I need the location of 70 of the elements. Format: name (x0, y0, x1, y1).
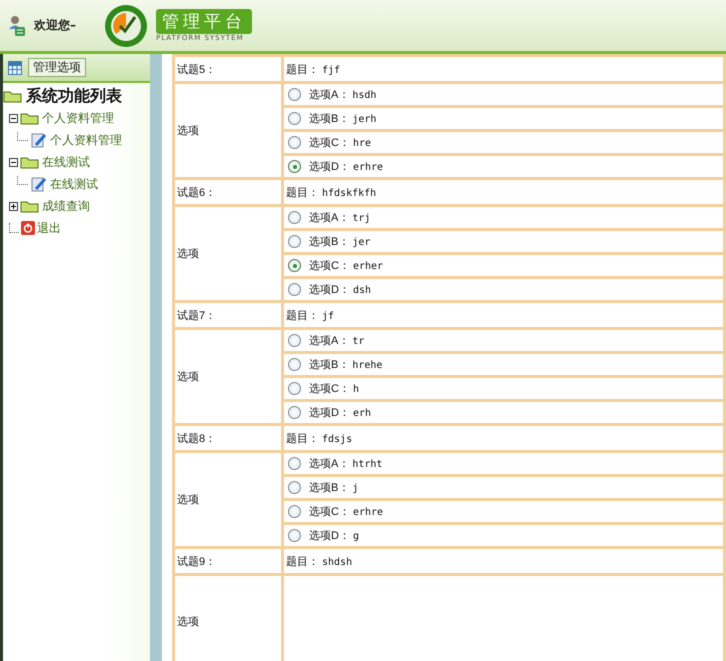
tree-toggle-icon[interactable] (9, 114, 18, 122)
question-number: 试题8： (177, 432, 216, 444)
question-title: 题目： shdsh (286, 556, 352, 568)
option-text[interactable]: 选项A： trj (309, 210, 370, 225)
tree-item[interactable]: 退出 (37, 220, 61, 236)
radio-button[interactable] (288, 160, 301, 173)
radio-button[interactable] (288, 382, 301, 395)
options-label: 选项 (177, 371, 199, 383)
radio-button[interactable] (288, 358, 301, 371)
tree-toggle-icon[interactable] (9, 158, 18, 166)
radio-button[interactable] (288, 481, 301, 494)
radio-button[interactable] (288, 136, 301, 149)
radio-button[interactable] (288, 283, 301, 296)
radio-button[interactable] (288, 259, 301, 272)
radio-button[interactable] (288, 112, 301, 125)
option-text[interactable]: 选项A： htrht (309, 456, 382, 471)
option-text[interactable]: 选项D： g (309, 528, 359, 543)
option-text[interactable]: 选项C： hre (309, 135, 372, 150)
option-text[interactable]: 选项B： jerh (309, 111, 376, 126)
notepad-pencil-icon (31, 132, 47, 148)
option-text[interactable]: 选项D： erh (309, 405, 372, 420)
question-number: 试题9： (177, 556, 216, 568)
option-text[interactable]: 选项B： j (309, 480, 358, 495)
option-text[interactable]: 选项B： jer (309, 234, 370, 249)
tree-item[interactable]: 在线测试 (50, 176, 98, 192)
tree-item[interactable]: 个人资料管理 (42, 110, 114, 126)
radio-button[interactable] (288, 88, 301, 101)
option-text[interactable]: 选项D： dsh (309, 282, 372, 297)
radio-button[interactable] (288, 406, 301, 419)
notepad-pencil-icon (31, 176, 47, 192)
tree-root[interactable]: 系统功能列表 (3, 85, 150, 107)
radio-button[interactable] (288, 334, 301, 347)
folder-icon (3, 90, 23, 102)
platform-title: 管理平台 (156, 9, 252, 34)
question-title: 题目： hfdskfkfh (286, 186, 376, 198)
tree-item[interactable]: 在线测试 (42, 154, 90, 170)
options-label: 选项 (177, 494, 199, 506)
option-text[interactable]: 选项B： hrehe (309, 357, 382, 372)
option-text[interactable]: 选项A： tr (309, 333, 364, 348)
question-title: 题目： fjf (286, 64, 340, 76)
manage-options-button[interactable]: 管理选项 (28, 58, 86, 77)
options-label: 选项 (177, 248, 199, 260)
radio-button[interactable] (288, 211, 301, 224)
user-icon (8, 14, 26, 36)
folder-icon (20, 200, 40, 212)
question-number: 试题7： (177, 310, 216, 322)
folder-icon (20, 156, 40, 168)
tree-item[interactable]: 成绩查询 (42, 198, 90, 214)
radio-button[interactable] (288, 505, 301, 518)
question-number: 试题5： (177, 64, 216, 76)
option-text[interactable]: 选项A： hsdh (309, 87, 376, 102)
option-text[interactable]: 选项D： erhre (309, 159, 384, 174)
radio-button[interactable] (288, 529, 301, 542)
welcome-text: 欢迎您– (34, 17, 76, 34)
folder-icon (20, 112, 40, 124)
radio-button[interactable] (288, 457, 301, 470)
question-number: 试题6： (177, 186, 216, 198)
option-text[interactable]: 选项C： h (309, 381, 359, 396)
tree-item[interactable]: 个人资料管理 (50, 132, 122, 148)
tree-toggle-icon[interactable] (9, 202, 18, 210)
option-text[interactable]: 选项C： erhre (309, 504, 384, 519)
option-text[interactable]: 选项C： erher (309, 258, 384, 273)
radio-button[interactable] (288, 235, 301, 248)
question-title: 题目： jf (286, 310, 334, 322)
options-label: 选项 (177, 616, 199, 628)
question-title: 题目： fdsjs (286, 432, 352, 444)
table-icon (8, 60, 22, 74)
power-icon (21, 221, 35, 235)
options-label: 选项 (177, 125, 199, 137)
logo-icon (104, 4, 148, 48)
